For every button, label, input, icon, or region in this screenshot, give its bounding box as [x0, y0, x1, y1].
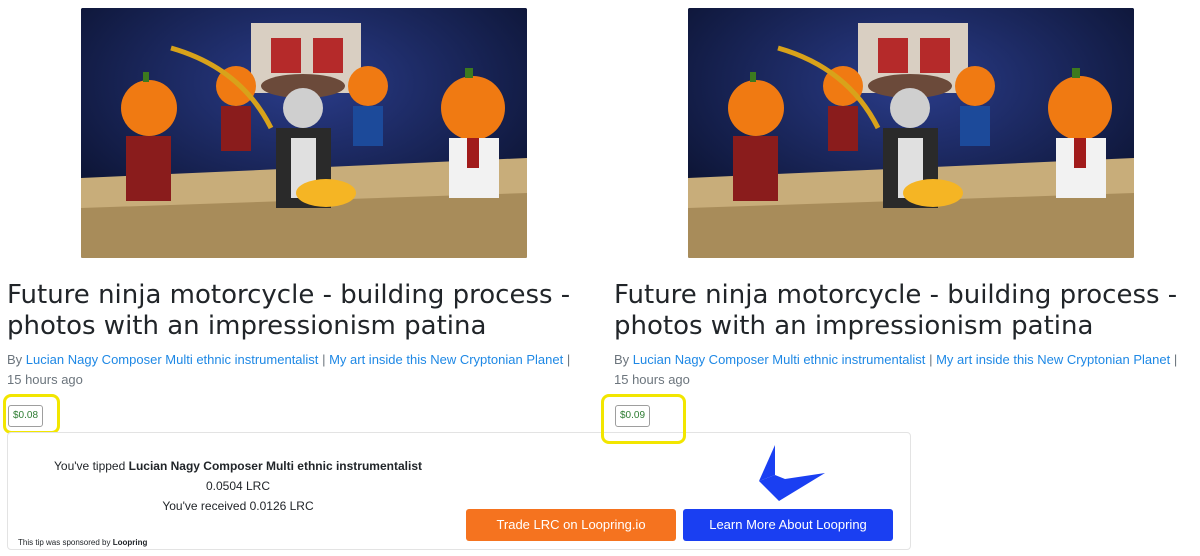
- separator: |: [566, 352, 571, 367]
- post-byline: By Lucian Nagy Composer Multi ethnic ins…: [614, 350, 1199, 390]
- author-link[interactable]: Lucian Nagy Composer Multi ethnic instru…: [633, 352, 926, 367]
- by-label: By: [7, 352, 23, 367]
- post-byline: By Lucian Nagy Composer Multi ethnic ins…: [7, 350, 592, 390]
- loopring-logo-icon: [759, 445, 825, 501]
- tip-sponsor: This tip was sponsored by Loopring: [18, 538, 147, 547]
- price-highlight-annotation: [601, 394, 686, 444]
- by-label: By: [614, 352, 630, 367]
- community-link[interactable]: My art inside this New Cryptonian Planet: [329, 352, 563, 367]
- post-time: 15 hours ago: [7, 372, 83, 387]
- trade-lrc-button[interactable]: Trade LRC on Loopring.io: [466, 509, 676, 541]
- community-link[interactable]: My art inside this New Cryptonian Planet: [936, 352, 1170, 367]
- separator: |: [322, 352, 326, 367]
- post-time: 15 hours ago: [614, 372, 690, 387]
- tip-received: You've received 0.0126 LRC: [162, 499, 314, 513]
- separator: |: [929, 352, 933, 367]
- tip-panel: You've tipped Lucian Nagy Composer Multi…: [7, 432, 911, 550]
- learn-more-button[interactable]: Learn More About Loopring: [683, 509, 893, 541]
- sponsor-name: Loopring: [112, 538, 148, 547]
- tip-recipient: Lucian Nagy Composer Multi ethnic instru…: [128, 459, 422, 473]
- author-link[interactable]: Lucian Nagy Composer Multi ethnic instru…: [26, 352, 319, 367]
- post-title[interactable]: Future ninja motorcycle - building proce…: [7, 280, 592, 342]
- price-highlight-annotation: [3, 394, 60, 434]
- post-title[interactable]: Future ninja motorcycle - building proce…: [614, 280, 1199, 342]
- separator: |: [1173, 352, 1178, 367]
- tip-recipient-line: You've tipped Lucian Nagy Composer Multi…: [8, 459, 468, 473]
- post-thumbnail[interactable]: [688, 8, 1134, 258]
- tip-prefix: You've tipped: [54, 459, 126, 473]
- post-thumbnail[interactable]: [81, 8, 527, 258]
- lego-pumpkin-scene-image: [688, 8, 1134, 258]
- tip-amount: 0.0504 LRC: [205, 479, 271, 493]
- lego-pumpkin-scene-image: [81, 8, 527, 258]
- sponsor-prefix: This tip was sponsored by: [18, 538, 111, 547]
